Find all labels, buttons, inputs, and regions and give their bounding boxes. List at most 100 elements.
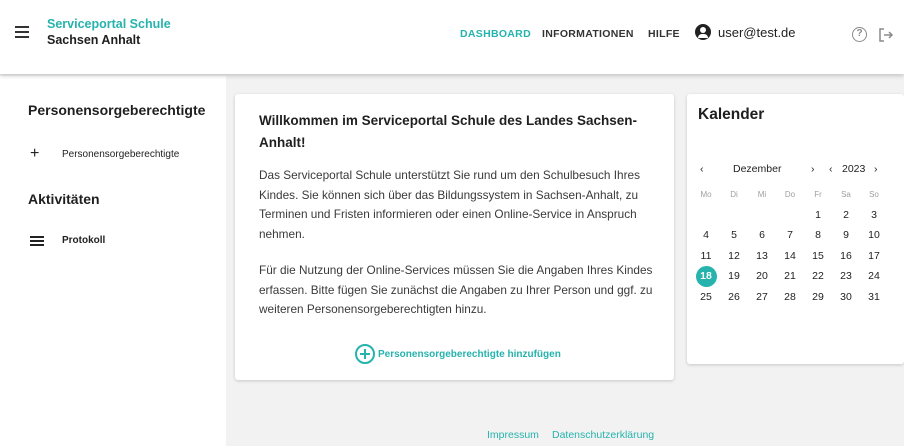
month-label[interactable]: Dezember (733, 163, 781, 175)
calendar-day-number: 2 (843, 208, 849, 221)
prev-year-button[interactable]: ‹ (829, 163, 833, 175)
impressum-link[interactable]: Impressum (487, 429, 539, 441)
nav-informationen[interactable]: INFORMATIONEN (542, 28, 634, 40)
calendar-day[interactable]: 26 (720, 291, 748, 303)
calendar-day[interactable]: 16 (832, 250, 860, 262)
calendar-day[interactable]: 10 (860, 229, 888, 241)
calendar-day[interactable]: 20 (748, 270, 776, 282)
calendar-day[interactable]: 12 (720, 250, 748, 262)
calendar-week: 11 12 13 14 15 16 17 (692, 246, 897, 267)
sidebar-item-label: Personensorgeberechtigte (62, 148, 180, 160)
calendar-day[interactable]: 17 (860, 250, 888, 262)
calendar-day[interactable]: 6 (748, 229, 776, 241)
sidebar-item-label: Protokoll (62, 235, 106, 246)
calendar-day[interactable]: 7 (776, 229, 804, 241)
calendar-day-number: 25 (700, 290, 712, 303)
menu-icon[interactable] (15, 26, 29, 38)
calendar-day[interactable]: 31 (860, 291, 888, 303)
calendar-day-number: 26 (728, 290, 740, 303)
calendar-day[interactable]: 11 (692, 250, 720, 262)
sidebar: Personensorgeberechtigte + Personensorge… (0, 76, 226, 446)
calendar-day-number: 23 (840, 270, 852, 283)
calendar-day[interactable]: 1 (804, 209, 832, 221)
calendar-day-number: 31 (868, 290, 880, 303)
brand-title: Serviceportal Schule (47, 17, 171, 31)
calendar-day[interactable]: 30 (832, 291, 860, 303)
calendar-day-number: 27 (756, 290, 768, 303)
sidebar-item-protokoll[interactable]: Protokoll (30, 235, 105, 246)
calendar-day[interactable]: 4 (692, 229, 720, 241)
year-label[interactable]: 2023 (842, 163, 865, 175)
nav-dashboard[interactable]: DASHBOARD (460, 28, 531, 40)
sidebar-heading-personensorgeberechtigte: Personensorgeberechtigte (28, 102, 206, 118)
calendar-day-number: 15 (812, 249, 824, 262)
top-app-bar: Serviceportal Schule Sachsen Anhalt DASH… (0, 0, 904, 74)
brand[interactable]: Serviceportal Schule Sachsen Anhalt (47, 16, 171, 48)
calendar-day-number: 6 (759, 229, 765, 242)
calendar-day-number: 11 (700, 249, 712, 262)
calendar-day[interactable]: 27 (748, 291, 776, 303)
calendar-title: Kalender (698, 106, 765, 123)
calendar-day-number: 13 (756, 249, 768, 262)
plus-icon: + (30, 145, 40, 162)
calendar-day[interactable]: 3 (860, 209, 888, 221)
calendar-day-number: 10 (868, 229, 880, 242)
calendar-day[interactable]: 25 (692, 291, 720, 303)
calendar-day[interactable]: 23 (832, 270, 860, 282)
weekday-label: Mo (700, 189, 712, 199)
calendar-day-number: 1 (815, 208, 821, 221)
calendar-day-number: 22 (812, 270, 824, 283)
calendar-week: 25 26 27 28 29 30 31 (692, 287, 897, 308)
calendar-day[interactable]: 5 (720, 229, 748, 241)
logout-icon[interactable] (878, 27, 894, 43)
calendar-day-number: 8 (815, 229, 821, 242)
weekday-label: Sa (841, 189, 851, 199)
help-icon[interactable]: ? (852, 27, 867, 42)
prev-month-button[interactable]: ‹ (700, 163, 704, 175)
calendar-day-number: 24 (868, 270, 880, 283)
next-month-button[interactable]: › (811, 163, 815, 175)
calendar-day[interactable]: 24 (860, 270, 888, 282)
weekday-label: Mi (757, 189, 767, 199)
add-guardian-button[interactable]: Personensorgeberechtigte hinzufügen (355, 344, 561, 364)
calendar-day[interactable]: 19 (720, 270, 748, 282)
calendar-day[interactable]: 21 (776, 270, 804, 282)
nav-hilfe[interactable]: HILFE (648, 28, 680, 40)
calendar-day-number: 5 (731, 229, 737, 242)
calendar-day-number: 19 (728, 270, 740, 283)
calendar-week: 4 5 6 7 8 9 10 (692, 225, 897, 246)
account-circle-icon (695, 24, 711, 40)
weekday-label: Do (784, 189, 796, 199)
calendar-week: 18 19 20 21 22 23 24 (692, 265, 897, 287)
calendar-day[interactable]: 13 (748, 250, 776, 262)
calendar-day-number: 28 (784, 290, 796, 303)
welcome-paragraph-1: Das Serviceportal Schule unterstützt Sie… (259, 168, 640, 241)
calendar-week: 1 2 3 (692, 205, 897, 226)
calendar-day-today[interactable]: 18 (692, 265, 720, 287)
calendar-card: Kalender ‹ Dezember › ‹ 2023 › Mo Di Mi Do F… (687, 94, 904, 364)
calendar-day[interactable]: 28 (776, 291, 804, 303)
calendar-day[interactable]: 15 (804, 250, 832, 262)
weekday-label: So (869, 189, 879, 199)
calendar-day[interactable]: 2 (832, 209, 860, 221)
calendar-day[interactable]: 8 (804, 229, 832, 241)
sidebar-item-personensorgeberechtigte[interactable]: + Personensorgeberechtigte (30, 145, 179, 163)
calendar-day-number: 20 (756, 270, 768, 283)
calendar-day-number: 21 (784, 270, 796, 283)
sidebar-heading-aktivitaeten: Aktivitäten (28, 191, 100, 207)
calendar-day[interactable]: 9 (832, 229, 860, 241)
calendar-day-number: 30 (840, 290, 852, 303)
user-menu[interactable]: user@test.de (695, 24, 796, 40)
calendar-day-number: 16 (840, 249, 852, 262)
calendar-day[interactable]: 29 (804, 291, 832, 303)
calendar-day[interactable]: 22 (804, 270, 832, 282)
calendar-day[interactable]: 14 (776, 250, 804, 262)
user-email: user@test.de (718, 24, 796, 40)
next-year-button[interactable]: › (874, 163, 878, 175)
datenschutz-link[interactable]: Datenschutzerklärung (552, 429, 654, 441)
calendar-day-number: 12 (728, 249, 740, 262)
calendar-day-number: 9 (843, 229, 849, 242)
list-icon (30, 235, 44, 246)
weekday-header: Mo Di Mi Do Fr Sa So (692, 184, 897, 205)
add-guardian-label: Personensorgeberechtigte hinzufügen (378, 348, 561, 360)
